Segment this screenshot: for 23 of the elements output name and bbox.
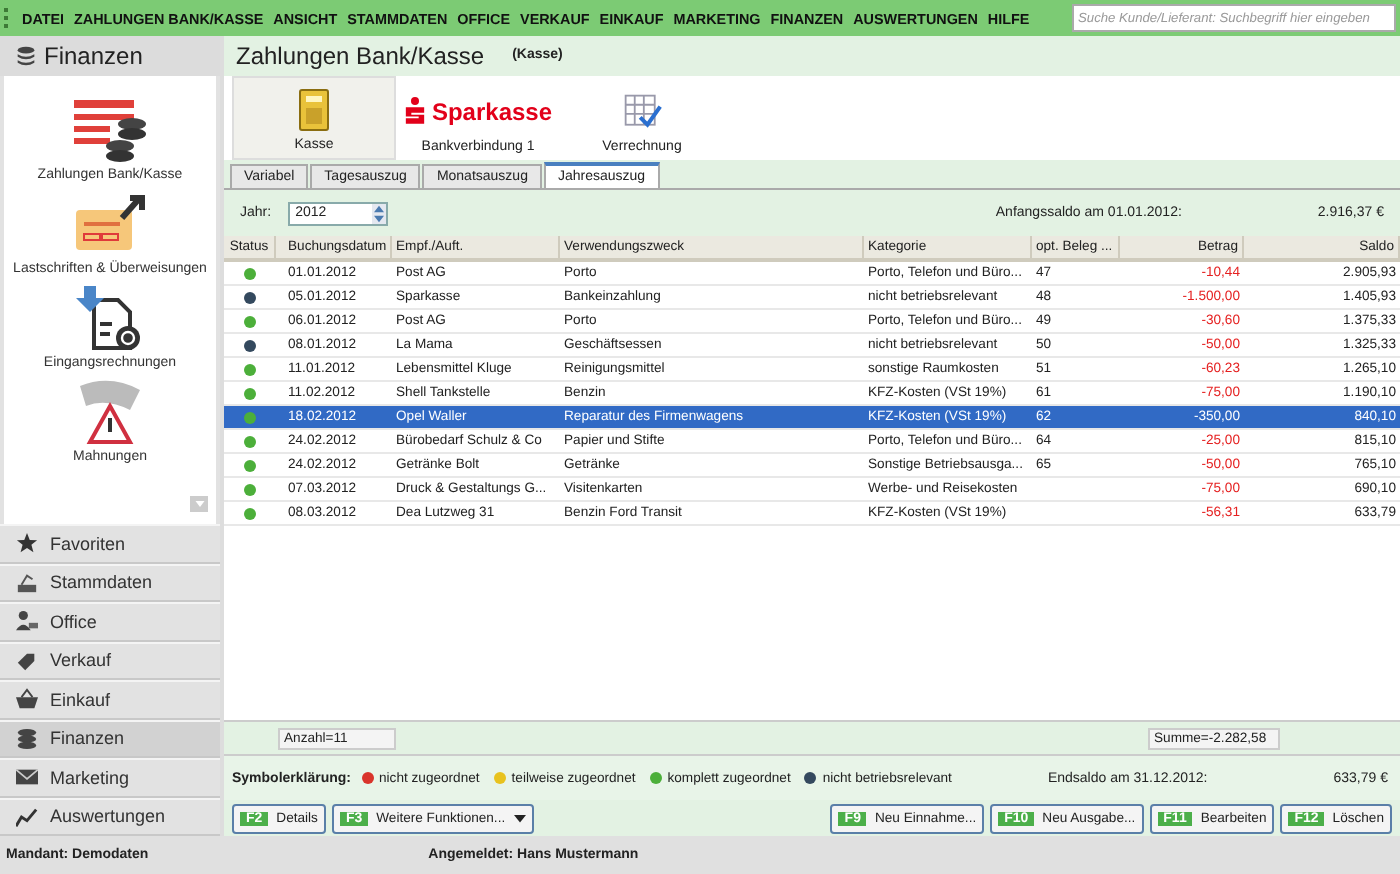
tag-icon	[16, 649, 38, 672]
bank-name: Sparkasse	[431, 97, 553, 126]
coins-list-icon	[69, 96, 150, 164]
nav-item[interactable]: Verkauf	[0, 641, 220, 680]
nav-item[interactable]: Finanzen	[0, 719, 220, 758]
person-icon	[16, 610, 38, 633]
nav-item[interactable]: Favoriten	[0, 524, 220, 563]
sparkasse-logo-icon	[403, 96, 426, 127]
nav-item[interactable]: Stammdaten	[0, 563, 220, 602]
grid-check-icon	[622, 89, 662, 134]
basket-icon	[16, 688, 38, 711]
scroll-down-icon[interactable]	[190, 496, 208, 512]
page-title: Zahlungen Bank/Kasse	[236, 41, 485, 70]
sidebar-title: Finanzen	[44, 42, 143, 70]
coins-icon	[16, 46, 36, 66]
envelope-icon	[16, 766, 38, 789]
coins-icon	[16, 727, 38, 750]
grip-icon	[4, 8, 12, 28]
nav-item[interactable]: Office	[0, 602, 220, 641]
star-icon	[16, 532, 38, 555]
nav-item[interactable]: Marketing	[0, 758, 220, 797]
line-chart-icon	[16, 805, 38, 828]
cash-book-icon	[294, 87, 334, 132]
